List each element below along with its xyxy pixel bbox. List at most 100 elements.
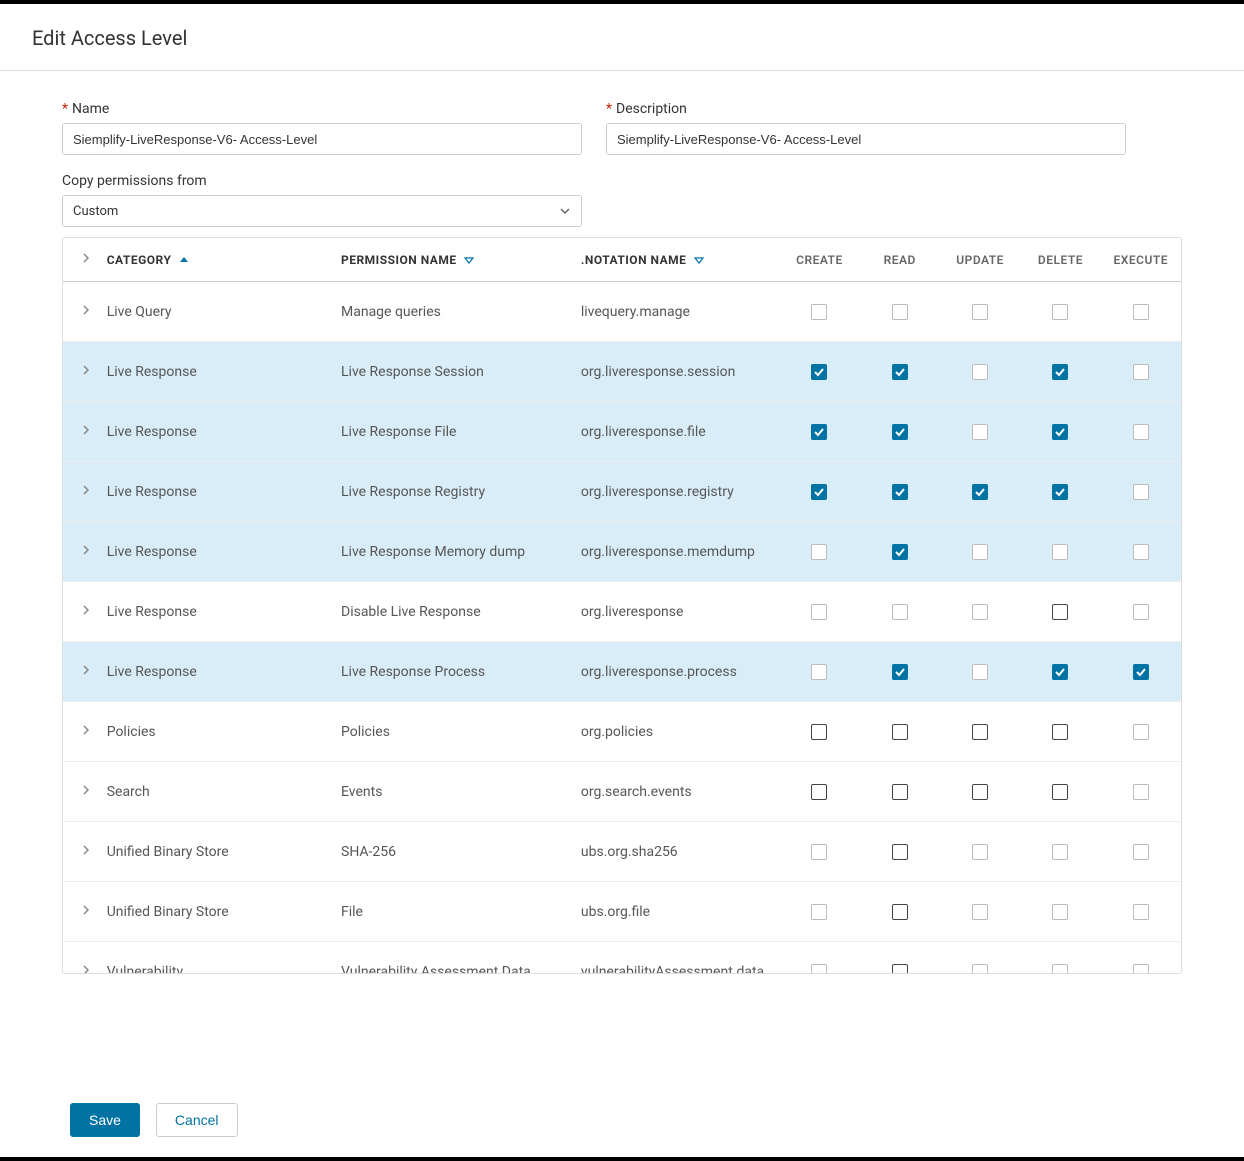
permission-checkbox[interactable] bbox=[892, 784, 908, 800]
permission-header[interactable]: Permission Name bbox=[333, 238, 573, 282]
row-category: Policies bbox=[99, 702, 333, 762]
permission-checkbox[interactable] bbox=[892, 424, 908, 440]
permission-checkbox[interactable] bbox=[892, 844, 908, 860]
table-row: Unified Binary StoreSHA-256ubs.org.sha25… bbox=[63, 822, 1181, 882]
permission-checkbox[interactable] bbox=[1133, 664, 1149, 680]
table-row: Live ResponseLive Response Memory dumpor… bbox=[63, 522, 1181, 582]
permission-checkbox[interactable] bbox=[892, 604, 908, 620]
description-input[interactable] bbox=[606, 123, 1126, 155]
permission-checkbox[interactable] bbox=[1052, 604, 1068, 620]
permission-checkbox[interactable] bbox=[811, 424, 827, 440]
permission-checkbox[interactable] bbox=[1052, 304, 1068, 320]
copy-permissions-select[interactable]: Custom bbox=[62, 195, 582, 227]
row-expand[interactable] bbox=[63, 882, 99, 942]
permission-checkbox[interactable] bbox=[1133, 844, 1149, 860]
permission-checkbox[interactable] bbox=[1052, 544, 1068, 560]
permission-checkbox[interactable] bbox=[892, 304, 908, 320]
permission-checkbox[interactable] bbox=[972, 784, 988, 800]
row-category: Unified Binary Store bbox=[99, 822, 333, 882]
permission-checkbox[interactable] bbox=[972, 724, 988, 740]
row-expand[interactable] bbox=[63, 402, 99, 462]
create-header: Create bbox=[779, 238, 859, 282]
permission-checkbox[interactable] bbox=[1052, 664, 1068, 680]
row-expand[interactable] bbox=[63, 642, 99, 702]
permission-checkbox[interactable] bbox=[892, 964, 908, 973]
permission-checkbox[interactable] bbox=[1052, 484, 1068, 500]
permission-checkbox[interactable] bbox=[1052, 424, 1068, 440]
permission-checkbox[interactable] bbox=[1052, 844, 1068, 860]
permission-checkbox[interactable] bbox=[1052, 724, 1068, 740]
permission-checkbox[interactable] bbox=[972, 424, 988, 440]
permission-checkbox[interactable] bbox=[1052, 784, 1068, 800]
row-expand[interactable] bbox=[63, 342, 99, 402]
row-notation: org.liveresponse.file bbox=[573, 402, 779, 462]
permission-checkbox[interactable] bbox=[811, 844, 827, 860]
sort-icon bbox=[464, 255, 474, 265]
cancel-button[interactable]: Cancel bbox=[156, 1103, 238, 1137]
permission-checkbox[interactable] bbox=[811, 964, 827, 973]
permission-checkbox[interactable] bbox=[1133, 964, 1149, 973]
permission-checkbox[interactable] bbox=[1052, 364, 1068, 380]
row-permission: Live Response Process bbox=[333, 642, 573, 702]
save-button[interactable]: Save bbox=[70, 1103, 140, 1137]
chevron-right-icon bbox=[80, 964, 92, 973]
chevron-right-icon bbox=[80, 304, 92, 316]
row-expand[interactable] bbox=[63, 282, 99, 342]
permission-checkbox[interactable] bbox=[811, 724, 827, 740]
chevron-right-icon bbox=[80, 364, 92, 376]
execute-header: Execute bbox=[1101, 238, 1181, 282]
row-permission: Events bbox=[333, 762, 573, 822]
permission-checkbox[interactable] bbox=[972, 544, 988, 560]
permission-checkbox[interactable] bbox=[1133, 724, 1149, 740]
permission-checkbox[interactable] bbox=[892, 544, 908, 560]
permission-checkbox[interactable] bbox=[972, 964, 988, 973]
permission-checkbox[interactable] bbox=[811, 484, 827, 500]
permission-checkbox[interactable] bbox=[972, 664, 988, 680]
row-expand[interactable] bbox=[63, 582, 99, 642]
row-expand[interactable] bbox=[63, 522, 99, 582]
permission-checkbox[interactable] bbox=[1133, 424, 1149, 440]
delete-header: Delete bbox=[1020, 238, 1100, 282]
permission-checkbox[interactable] bbox=[1052, 964, 1068, 973]
permission-checkbox[interactable] bbox=[811, 664, 827, 680]
permission-checkbox[interactable] bbox=[892, 724, 908, 740]
permission-checkbox[interactable] bbox=[972, 904, 988, 920]
row-expand[interactable] bbox=[63, 462, 99, 522]
permission-checkbox[interactable] bbox=[972, 304, 988, 320]
permission-checkbox[interactable] bbox=[892, 364, 908, 380]
notation-header[interactable]: .Notation Name bbox=[573, 238, 779, 282]
expand-all-header[interactable] bbox=[63, 238, 99, 282]
permission-checkbox[interactable] bbox=[972, 604, 988, 620]
permission-checkbox[interactable] bbox=[1133, 604, 1149, 620]
row-expand[interactable] bbox=[63, 822, 99, 882]
row-expand[interactable] bbox=[63, 942, 99, 974]
permission-checkbox[interactable] bbox=[1052, 904, 1068, 920]
permission-checkbox[interactable] bbox=[811, 364, 827, 380]
permission-checkbox[interactable] bbox=[1133, 904, 1149, 920]
row-expand[interactable] bbox=[63, 762, 99, 822]
row-permission: Live Response Memory dump bbox=[333, 522, 573, 582]
permission-checkbox[interactable] bbox=[811, 604, 827, 620]
permission-checkbox[interactable] bbox=[892, 664, 908, 680]
row-permission: Manage queries bbox=[333, 282, 573, 342]
permission-checkbox[interactable] bbox=[972, 844, 988, 860]
permission-checkbox[interactable] bbox=[972, 484, 988, 500]
permission-checkbox[interactable] bbox=[1133, 784, 1149, 800]
permission-checkbox[interactable] bbox=[811, 904, 827, 920]
row-notation: org.liveresponse bbox=[573, 582, 779, 642]
permission-checkbox[interactable] bbox=[1133, 304, 1149, 320]
name-input[interactable] bbox=[62, 123, 582, 155]
permission-checkbox[interactable] bbox=[811, 784, 827, 800]
permission-checkbox[interactable] bbox=[972, 364, 988, 380]
permission-checkbox[interactable] bbox=[892, 484, 908, 500]
chevron-down-icon bbox=[559, 205, 571, 217]
permission-checkbox[interactable] bbox=[811, 304, 827, 320]
row-expand[interactable] bbox=[63, 702, 99, 762]
permission-checkbox[interactable] bbox=[1133, 484, 1149, 500]
permission-checkbox[interactable] bbox=[1133, 364, 1149, 380]
permission-checkbox[interactable] bbox=[892, 904, 908, 920]
row-notation: ubs.org.file bbox=[573, 882, 779, 942]
permission-checkbox[interactable] bbox=[1133, 544, 1149, 560]
category-header[interactable]: Category bbox=[99, 238, 333, 282]
permission-checkbox[interactable] bbox=[811, 544, 827, 560]
